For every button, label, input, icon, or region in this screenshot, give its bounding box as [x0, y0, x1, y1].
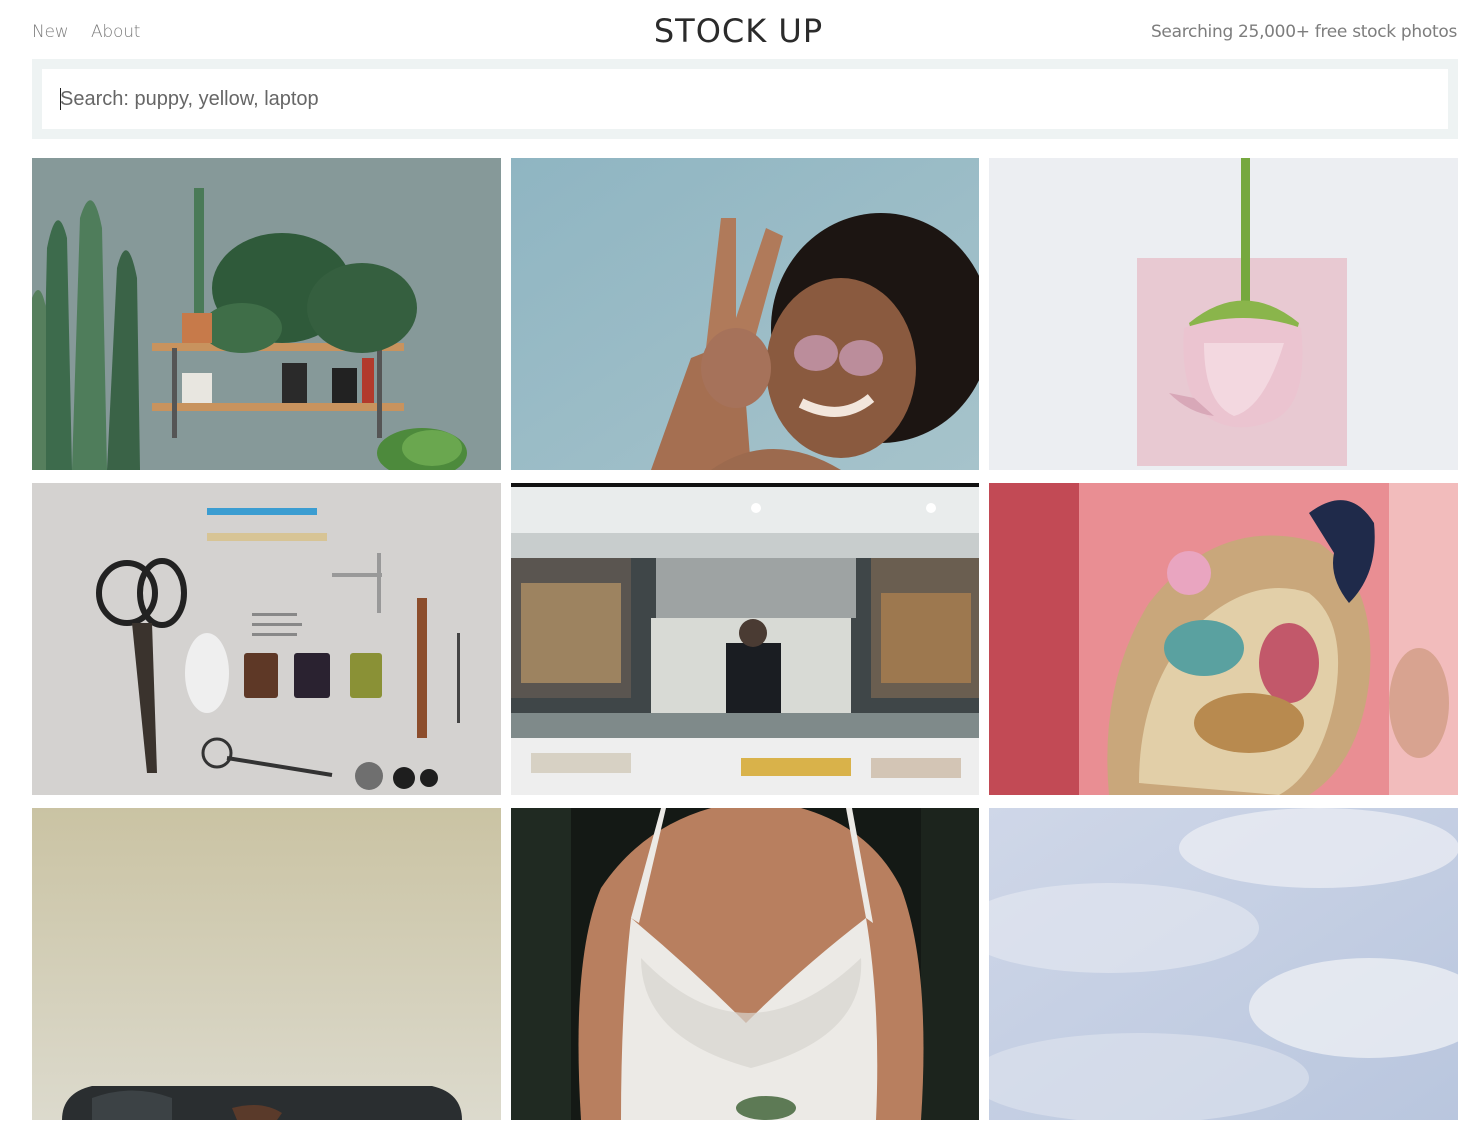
armchair-image — [32, 808, 501, 1120]
search-bar — [32, 59, 1458, 139]
photo-sky-clouds[interactable] — [989, 808, 1458, 1120]
photo-plants-shelf[interactable] — [32, 158, 501, 470]
photo-woman-peace[interactable] — [511, 158, 979, 470]
sewing-image — [32, 483, 501, 795]
rose-image — [989, 158, 1458, 470]
photo-restaurant-kitchen[interactable] — [511, 483, 979, 795]
photo-embroidered-fabric[interactable] — [989, 483, 1458, 795]
site-tagline: Searching 25,000+ free stock photos — [1150, 22, 1457, 42]
kitchen-image — [511, 483, 979, 795]
site-header: New About STOCK UP Searching 25,000+ fre… — [0, 0, 1477, 60]
bride-image — [511, 808, 979, 1120]
fabric-image — [989, 483, 1458, 795]
woman-image — [511, 158, 979, 470]
text-caret — [60, 88, 61, 110]
photo-armchair[interactable] — [32, 808, 501, 1120]
photo-bride-dress[interactable] — [511, 808, 979, 1120]
photo-sewing-tools[interactable] — [32, 483, 501, 795]
photo-grid — [32, 158, 1458, 1120]
plants-image — [32, 158, 501, 470]
photo-pink-rose[interactable] — [989, 158, 1458, 470]
search-input[interactable] — [42, 69, 1448, 129]
sky-image — [989, 808, 1458, 1120]
